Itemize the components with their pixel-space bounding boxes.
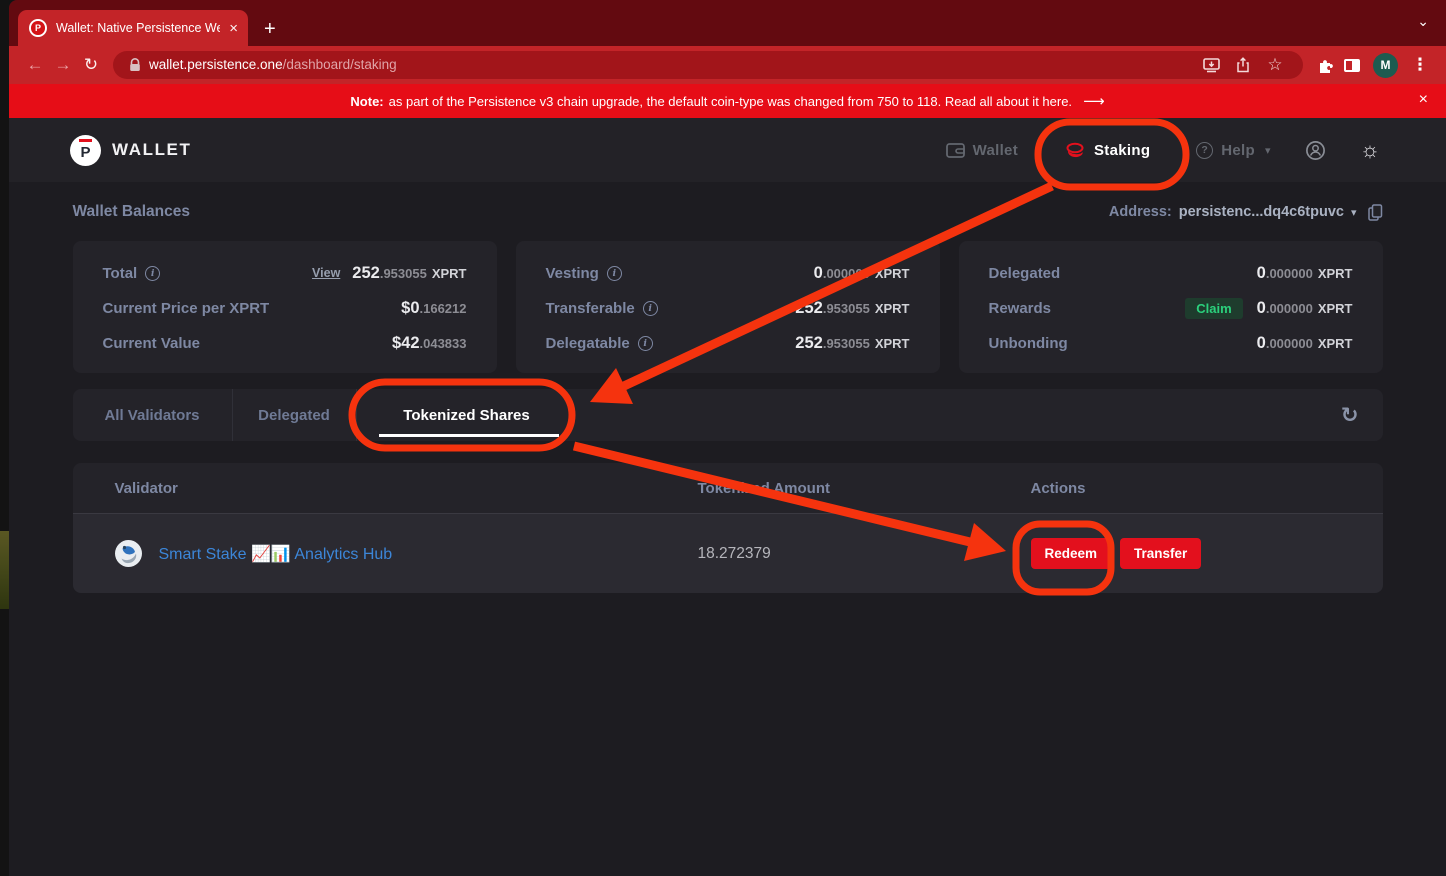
- profile-avatar[interactable]: M: [1373, 53, 1398, 78]
- account-icon[interactable]: [1305, 140, 1326, 161]
- total-value: 252.953055XPRT: [352, 264, 466, 283]
- forward-button[interactable]: →: [49, 51, 77, 79]
- redeem-button[interactable]: Redeem: [1031, 538, 1112, 569]
- url-bar[interactable]: wallet.persistence.one/dashboard/staking…: [113, 51, 1303, 79]
- banner-text: as part of the Persistence v3 chain upgr…: [389, 94, 1072, 109]
- staking-dashboard-page: Wallet Balances Address: persistenc...dq…: [9, 182, 1446, 876]
- screenshot-stage: P Wallet: Native Persistence Web × + ⌄ ←…: [0, 0, 1446, 876]
- card-availability: Vestingi 0.000000XPRT Transferablei 252.…: [516, 241, 940, 373]
- transferable-value: 252.953055XPRT: [795, 299, 909, 318]
- page-title: Wallet Balances: [73, 203, 190, 221]
- info-icon[interactable]: i: [145, 266, 160, 281]
- upgrade-notice-banner: Note: as part of the Persistence v3 chai…: [9, 84, 1446, 118]
- tokenized-shares-table: Validator Tokenized Amount Actions Smart…: [73, 463, 1383, 593]
- bookmark-star-icon[interactable]: ☆: [1263, 55, 1287, 75]
- tab-all-validators[interactable]: All Validators: [73, 389, 233, 441]
- browser-tab-strip: P Wallet: Native Persistence Web × + ⌄: [9, 0, 1446, 46]
- copy-address-icon[interactable]: [1368, 204, 1383, 221]
- card-totals: Totali View 252.953055XPRT Current Price…: [73, 241, 497, 373]
- staking-coin-icon: [1064, 142, 1086, 158]
- info-icon[interactable]: i: [643, 301, 658, 316]
- validator-tabbar: All Validators Delegated Tokenized Share…: [73, 389, 1383, 441]
- extensions-puzzle-icon[interactable]: [1313, 56, 1339, 74]
- reload-button[interactable]: ↻: [77, 51, 105, 79]
- tab-close-icon[interactable]: ×: [229, 21, 238, 36]
- delegatable-value: 252.953055XPRT: [795, 334, 909, 353]
- table-header: Validator Tokenized Amount Actions: [73, 463, 1383, 513]
- address-dropdown[interactable]: Address: persistenc...dq4c6tpuvc ▾: [1109, 204, 1383, 221]
- browser-window: P Wallet: Native Persistence Web × + ⌄ ←…: [9, 0, 1446, 876]
- claim-button[interactable]: Claim: [1185, 298, 1242, 319]
- info-icon[interactable]: i: [607, 266, 622, 281]
- browser-tab[interactable]: P Wallet: Native Persistence Web ×: [18, 10, 248, 46]
- current-value: $42.043833: [392, 334, 467, 353]
- nav-wallet[interactable]: Wallet: [946, 142, 1018, 159]
- wallet-icon: [946, 142, 965, 158]
- banner-note-label: Note:: [350, 94, 383, 109]
- theme-toggle-sun-icon[interactable]: ☼: [1360, 139, 1380, 161]
- browser-toolbar: ← → ↻ wallet.persistence.one/dashboard/s…: [9, 46, 1446, 84]
- tab-tokenized-shares[interactable]: Tokenized Shares: [357, 389, 577, 441]
- app-header: P WALLET Wallet Staking ? Help: [9, 118, 1446, 182]
- refresh-icon[interactable]: ↻: [1341, 403, 1359, 428]
- tokenized-amount: 18.272379: [698, 545, 1031, 563]
- view-link[interactable]: View: [312, 266, 340, 280]
- url-host: wallet.persistence.one: [149, 57, 283, 72]
- banner-arrow-icon[interactable]: ⟶: [1083, 92, 1105, 110]
- rewards-value: 0.000000XPRT: [1257, 299, 1353, 318]
- card-staking: Delegated 0.000000XPRT Rewards Claim 0.0…: [959, 241, 1383, 373]
- install-app-icon[interactable]: [1199, 58, 1223, 73]
- persistence-logo-icon: P: [70, 135, 101, 166]
- unbonding-value: 0.000000XPRT: [1257, 334, 1353, 353]
- banner-close-icon[interactable]: ×: [1419, 92, 1428, 108]
- lock-icon: [129, 58, 141, 72]
- new-tab-button[interactable]: +: [264, 19, 276, 39]
- back-button[interactable]: ←: [21, 51, 49, 79]
- url-path: /dashboard/staking: [283, 57, 397, 72]
- side-panel-icon[interactable]: [1339, 59, 1365, 72]
- browser-menu-icon[interactable]: ⋮: [1406, 51, 1434, 79]
- transfer-button[interactable]: Transfer: [1120, 538, 1201, 569]
- help-caret-icon: ▾: [1265, 144, 1271, 157]
- nav-help[interactable]: ? Help ▾: [1196, 142, 1271, 159]
- brand-title: WALLET: [112, 140, 191, 160]
- tab-title: Wallet: Native Persistence Web: [56, 21, 220, 35]
- help-icon: ?: [1196, 142, 1213, 159]
- validator-link[interactable]: Smart Stake 📈📊 Analytics Hub: [159, 544, 393, 564]
- address-caret-icon: ▾: [1351, 206, 1357, 219]
- delegated-value: 0.000000XPRT: [1257, 264, 1353, 283]
- persistence-favicon-icon: P: [29, 19, 47, 37]
- desktop-wallpaper-sliver: [0, 531, 9, 609]
- url-text: wallet.persistence.one/dashboard/staking: [149, 56, 397, 74]
- table-row: Smart Stake 📈📊 Analytics Hub 18.272379 R…: [73, 513, 1383, 593]
- info-icon[interactable]: i: [638, 336, 653, 351]
- price-value: $0.166212: [401, 299, 466, 318]
- tab-delegated[interactable]: Delegated: [233, 389, 357, 441]
- share-icon[interactable]: [1231, 57, 1255, 73]
- tab-search-chevron-icon[interactable]: ⌄: [1417, 13, 1429, 30]
- validator-avatar: [115, 540, 142, 567]
- nav-staking[interactable]: Staking: [1064, 142, 1150, 159]
- vesting-value: 0.000000XPRT: [814, 264, 910, 283]
